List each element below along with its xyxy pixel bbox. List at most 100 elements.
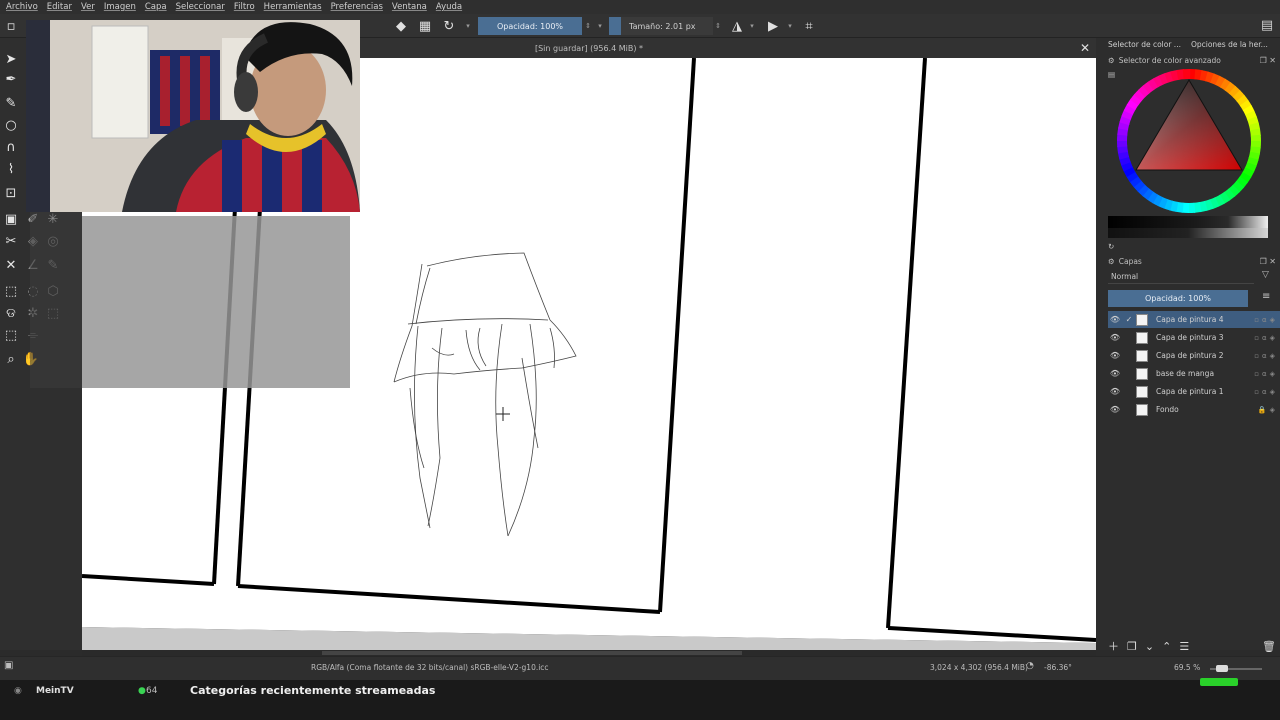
brush-icon[interactable]: ✎ bbox=[2, 94, 20, 112]
new-document-icon[interactable]: ▫ bbox=[2, 17, 20, 35]
blend-mode-select[interactable]: Normal bbox=[1108, 270, 1254, 284]
lock-icon[interactable]: 🔒◈ bbox=[1240, 406, 1280, 414]
menu-preferencias[interactable]: Preferencias bbox=[331, 2, 383, 12]
rotation-dial-icon[interactable]: ◔ bbox=[1026, 661, 1034, 671]
layer-name: Fondo bbox=[1156, 405, 1179, 414]
layer-row[interactable]: 👁 Fondo 🔒◈ bbox=[1108, 401, 1280, 418]
layer-row[interactable]: 👁 Capa de pintura 1 ▫α◈ bbox=[1108, 383, 1280, 400]
tool-overlay-shade bbox=[30, 208, 82, 388]
mirror-vertical-icon[interactable]: ▶ bbox=[764, 17, 782, 35]
reload-preset-icon[interactable]: ↻ bbox=[440, 17, 458, 35]
layer-row[interactable]: 👁 Capa de pintura 2 ▫α◈ bbox=[1108, 347, 1280, 364]
rect-select-icon[interactable]: ⬚ bbox=[2, 282, 20, 300]
layers-settings-icon[interactable]: ⚙ bbox=[1108, 257, 1115, 266]
layer-row[interactable]: 👁 base de manga ▫α◈ bbox=[1108, 365, 1280, 382]
chevron-down-icon[interactable]: ▾ bbox=[786, 17, 794, 35]
assistant-icon[interactable]: ✂ bbox=[2, 232, 20, 250]
close-document-icon[interactable]: ✕ bbox=[1078, 40, 1092, 56]
layer-actions: ＋ ❐ ⌄ ⌃ ☰ 🗑 bbox=[1108, 638, 1280, 654]
layer-props-icons[interactable]: ▫α◈ bbox=[1240, 316, 1280, 324]
layer-opacity-slider[interactable]: Opacidad: 100% bbox=[1108, 290, 1248, 307]
layer-properties-icon[interactable]: ☰ bbox=[1179, 640, 1189, 653]
eraser-icon[interactable]: ◆ bbox=[392, 17, 410, 35]
freehand-select-icon[interactable]: ଡ bbox=[2, 304, 20, 322]
crop-tool-icon[interactable]: ✕ bbox=[2, 256, 20, 274]
image-dimensions-label: 3,024 x 4,302 (956.4 MiB) bbox=[930, 663, 1028, 672]
chevron-down-icon[interactable]: ▾ bbox=[748, 17, 756, 35]
layer-props-icons[interactable]: ▫α◈ bbox=[1240, 370, 1280, 378]
eye-icon[interactable]: 👁 bbox=[1108, 405, 1122, 414]
layer-props-icons[interactable]: ▫α◈ bbox=[1240, 388, 1280, 396]
duplicate-layer-icon[interactable]: ❐ bbox=[1127, 640, 1137, 653]
add-layer-icon[interactable]: ＋ bbox=[1108, 638, 1119, 654]
transform-icon[interactable]: ⊡ bbox=[2, 184, 20, 202]
opacity-spin-icon[interactable]: ⇕ bbox=[584, 17, 592, 35]
freehand-path-icon[interactable]: ⌇ bbox=[2, 160, 20, 178]
size-slider-fill[interactable] bbox=[609, 17, 621, 35]
layer-thumbnail bbox=[1136, 331, 1148, 344]
eye-icon[interactable]: 👁 bbox=[1108, 351, 1122, 360]
docker-overlay bbox=[82, 216, 350, 388]
eye-icon[interactable]: 👁 bbox=[1108, 333, 1122, 342]
zoom-slider-knob[interactable] bbox=[1216, 665, 1228, 672]
chevron-down-icon[interactable]: ▾ bbox=[596, 17, 604, 35]
brush-preset-icon[interactable]: ▣ bbox=[4, 660, 13, 671]
live-dot-icon: ● bbox=[138, 686, 146, 696]
ellipse-icon[interactable]: ○ bbox=[2, 116, 20, 134]
zoom-label[interactable]: 69.5 % bbox=[1174, 663, 1200, 672]
layer-name: Capa de pintura 3 bbox=[1156, 333, 1224, 342]
zoom-icon[interactable]: ⌕ bbox=[2, 350, 20, 368]
float-close-icons[interactable]: ❐ ✕ bbox=[1260, 257, 1276, 266]
menu-seleccionar[interactable]: Seleccionar bbox=[176, 2, 225, 12]
layer-row[interactable]: 👁 ✓ Capa de pintura 4 ▫α◈ bbox=[1108, 311, 1280, 328]
status-bar: ▣ RGB/Alfa (Coma flotante de 32 bits/can… bbox=[0, 656, 1280, 680]
stream-overlay-strip: ◉ MeinTV ● 64 Categorías recientemente s… bbox=[0, 680, 1280, 720]
tab-tool-options[interactable]: Opciones de la her... bbox=[1191, 40, 1268, 54]
move-down-icon[interactable]: ⌄ bbox=[1145, 640, 1154, 653]
calligraphy-icon[interactable]: ✒ bbox=[2, 70, 20, 88]
eye-icon[interactable]: 👁 bbox=[1108, 387, 1122, 396]
color-value-bar[interactable] bbox=[1108, 228, 1268, 238]
gradient-icon[interactable]: ▣ bbox=[2, 210, 20, 228]
delete-layer-icon[interactable]: 🗑 bbox=[1262, 640, 1276, 653]
menu-editar[interactable]: Editar bbox=[47, 2, 72, 12]
color-refresh-icon[interactable]: ↻ bbox=[1108, 240, 1114, 252]
menu-ver[interactable]: Ver bbox=[81, 2, 95, 12]
eye-icon[interactable]: 👁 bbox=[1108, 315, 1122, 324]
menu-imagen[interactable]: Imagen bbox=[104, 2, 136, 12]
layer-props-icons[interactable]: ▫α◈ bbox=[1240, 352, 1280, 360]
menu-ayuda[interactable]: Ayuda bbox=[436, 2, 462, 12]
size-spin-icon[interactable]: ⇕ bbox=[714, 17, 722, 35]
color-space-label: RGB/Alfa (Coma flotante de 32 bits/canal… bbox=[311, 663, 549, 672]
float-close-icons[interactable]: ❐ ✕ bbox=[1260, 56, 1276, 65]
similar-select-icon[interactable]: ⬚ bbox=[2, 326, 20, 344]
filter-icon[interactable]: ▽ bbox=[1262, 270, 1269, 280]
live-indicator bbox=[1200, 678, 1238, 686]
mirror-horizontal-icon[interactable]: ◮ bbox=[728, 17, 746, 35]
move-up-icon[interactable]: ⌃ bbox=[1162, 640, 1171, 653]
menu-herramientas[interactable]: Herramientas bbox=[264, 2, 322, 12]
menu-archivo[interactable]: Archivo bbox=[6, 2, 38, 12]
channel-name[interactable]: MeinTV bbox=[36, 686, 74, 696]
crop-icon[interactable]: ⌗ bbox=[800, 17, 818, 35]
check-icon[interactable]: ✓ bbox=[1122, 315, 1136, 324]
menu-ventana[interactable]: Ventana bbox=[392, 2, 427, 12]
tab-color-selector[interactable]: Selector de color ... bbox=[1108, 40, 1181, 54]
menu-capa[interactable]: Capa bbox=[145, 2, 167, 12]
settings-icon[interactable]: ⚙ bbox=[1108, 56, 1115, 65]
layer-props-icons[interactable]: ▫α◈ bbox=[1240, 334, 1280, 342]
size-slider[interactable]: Tamaño: 2.01 px bbox=[621, 17, 713, 35]
eye-icon[interactable]: 👁 bbox=[1108, 369, 1122, 378]
alpha-lock-icon[interactable]: ▦ bbox=[416, 17, 434, 35]
opacity-slider[interactable]: Opacidad: 100% bbox=[478, 17, 582, 35]
bezier-icon[interactable]: ∩ bbox=[2, 138, 20, 156]
workspace-icon[interactable]: ▤ bbox=[1258, 16, 1276, 34]
color-wheel[interactable] bbox=[1114, 66, 1264, 216]
scrollbar-thumb[interactable] bbox=[322, 651, 742, 655]
hamburger-menu-icon[interactable]: ≡ bbox=[1262, 291, 1270, 302]
select-shapes-icon[interactable]: ➤ bbox=[2, 50, 20, 68]
layer-row[interactable]: 👁 Capa de pintura 3 ▫α◈ bbox=[1108, 329, 1280, 346]
chevron-down-icon[interactable]: ▾ bbox=[464, 17, 472, 35]
rotation-label[interactable]: -86.36° bbox=[1044, 663, 1072, 672]
menu-filtro[interactable]: Filtro bbox=[234, 2, 255, 12]
